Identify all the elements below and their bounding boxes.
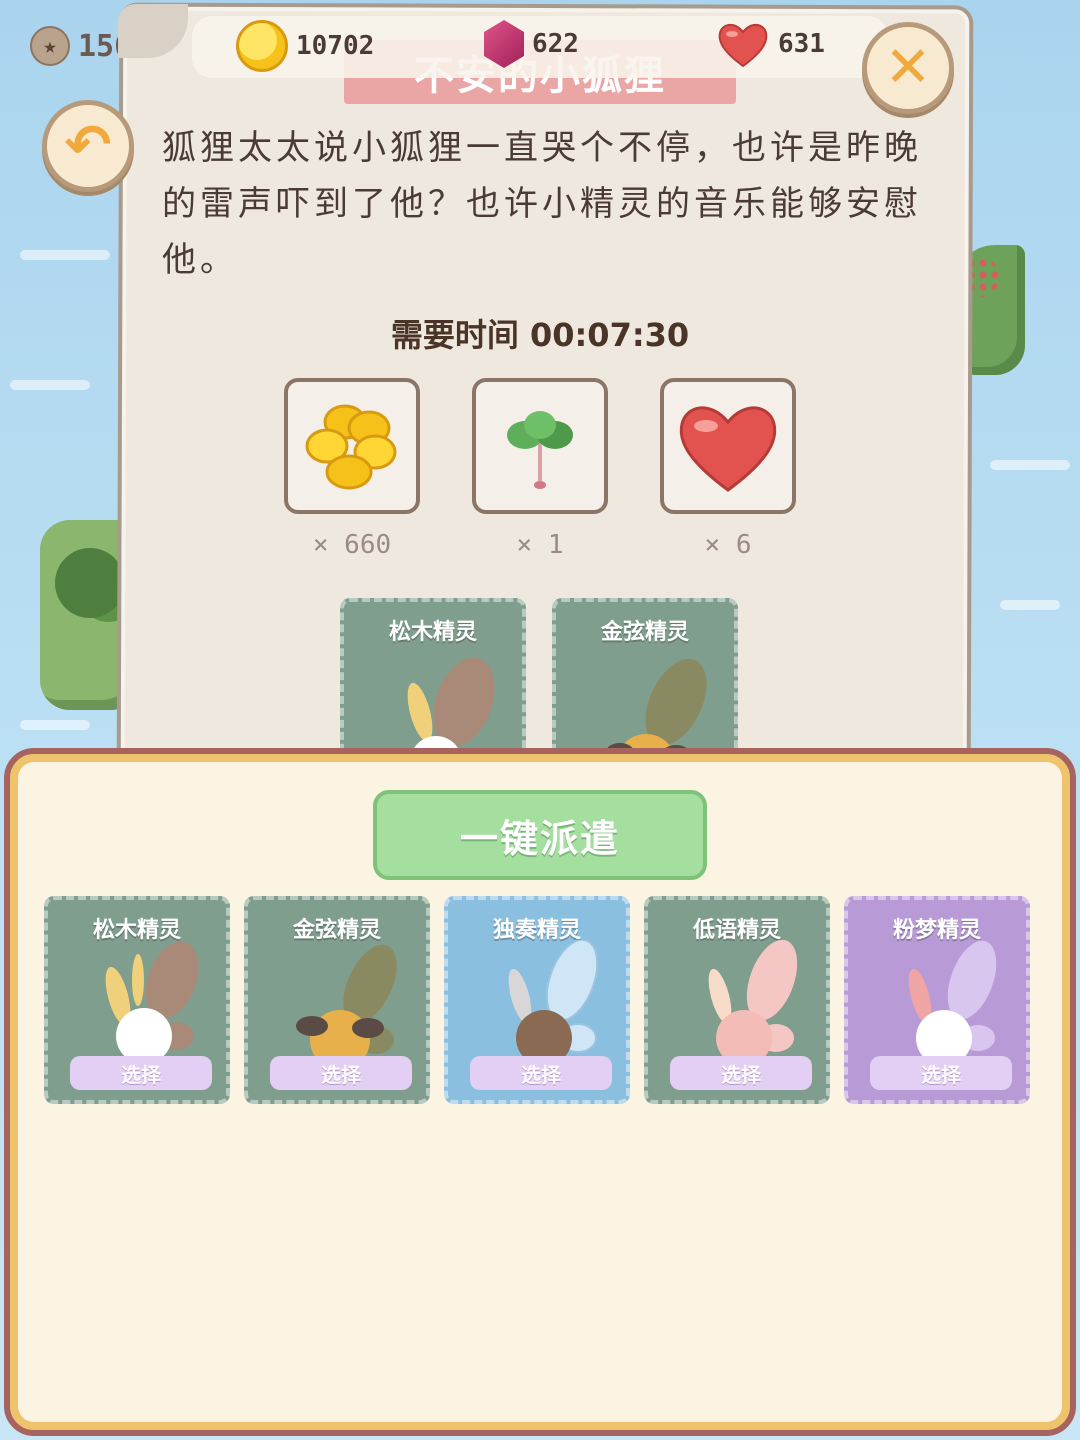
undo-arrow-icon: ↶: [64, 113, 112, 178]
sprite-card-golden-string[interactable]: 金弦精灵 选择: [244, 896, 430, 1104]
solo-sprite-icon: [508, 940, 599, 1066]
one-click-dispatch-button[interactable]: 一键派遣: [373, 790, 707, 880]
pine-sprite-icon: [105, 941, 199, 1064]
level-display: ★ 156: [30, 26, 132, 66]
assigned-slot-2[interactable]: 金弦精灵: [552, 598, 738, 768]
coin-counter: 10702: [236, 20, 374, 72]
back-button[interactable]: ↶: [42, 100, 134, 192]
select-button[interactable]: 选择: [870, 1056, 1012, 1090]
gem-value: 622: [532, 29, 579, 59]
quest-description: 狐狸太太说小狐狸一直哭个不停，也许是昨晚的雷声吓到了他？也许小精灵的音乐能够安慰…: [162, 128, 922, 280]
reward-spinach-qty: × 1: [516, 530, 564, 560]
reward-coins-qty: × 660: [312, 530, 392, 560]
select-button[interactable]: 选择: [270, 1056, 412, 1090]
heart-value: 631: [778, 29, 825, 59]
pink-dream-sprite-icon: [908, 940, 999, 1066]
select-button[interactable]: 选择: [670, 1056, 812, 1090]
star-icon: ★: [30, 26, 70, 66]
golden-string-sprite-icon: [296, 944, 397, 1070]
sprite-card-pink-dream[interactable]: 粉梦精灵 选择: [844, 896, 1030, 1104]
coin-value: 10702: [296, 31, 375, 61]
select-button[interactable]: 选择: [470, 1056, 612, 1090]
gem-icon: [484, 20, 524, 68]
gem-counter: 622: [484, 20, 579, 68]
coins-icon: [305, 404, 397, 490]
required-time: 需要时间 00:07:30: [390, 316, 690, 354]
coin-icon: [236, 20, 288, 72]
heart-icon: [718, 24, 768, 68]
tree: [55, 548, 125, 618]
assigned-slot-1[interactable]: 松木精灵: [340, 598, 526, 768]
close-icon: ✕: [884, 35, 932, 100]
heart-icon: [679, 406, 777, 492]
sprite-card-whisper[interactable]: 低语精灵 选择: [644, 896, 830, 1104]
spinach-icon: [507, 411, 573, 489]
sprite-card-pine[interactable]: 松木精灵 选择: [44, 896, 230, 1104]
close-button[interactable]: ✕: [862, 22, 954, 114]
reward-coins: [284, 378, 420, 514]
reward-heart: [660, 378, 796, 514]
whisper-sprite-icon: [708, 940, 798, 1066]
sprite-card-solo[interactable]: 独奏精灵 选择: [444, 896, 630, 1104]
reward-heart-qty: × 6: [704, 530, 752, 560]
heart-counter: 631: [716, 20, 825, 68]
select-button[interactable]: 选择: [70, 1056, 212, 1090]
reward-spinach: [472, 378, 608, 514]
